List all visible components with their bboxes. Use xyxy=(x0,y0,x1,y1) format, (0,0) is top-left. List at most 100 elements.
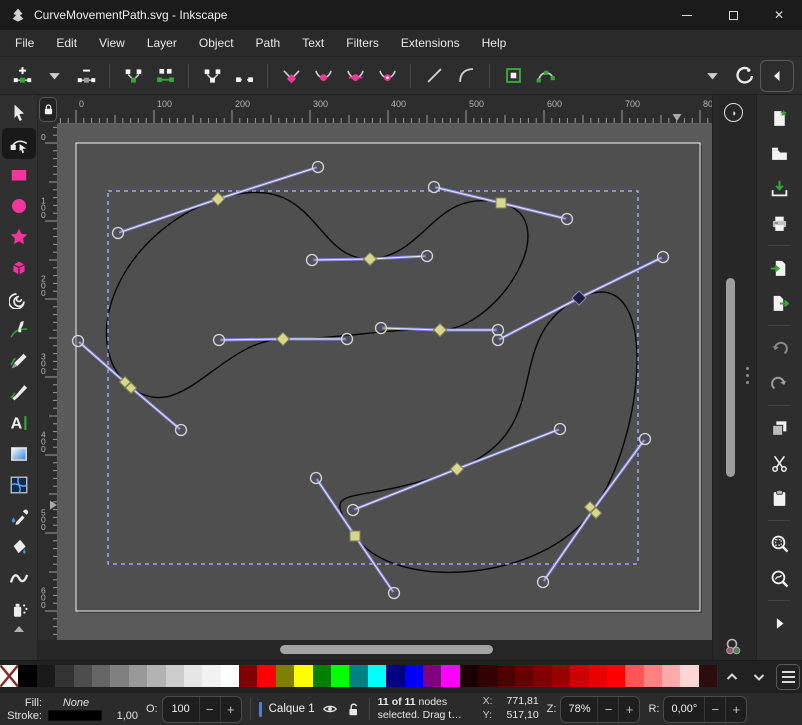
swatch-666666[interactable] xyxy=(92,665,110,687)
tool-selector[interactable] xyxy=(2,97,36,128)
tool-dropper[interactable] xyxy=(2,500,36,531)
collapse-snap-bar-button[interactable] xyxy=(760,60,794,92)
rotation-decrease-button[interactable]: − xyxy=(704,697,725,722)
next-path-effect-parameter-button[interactable] xyxy=(728,60,760,92)
delete-node-button[interactable] xyxy=(70,60,102,92)
swatch-4d1a1a[interactable] xyxy=(717,665,718,687)
swatch-ff5555[interactable] xyxy=(625,665,643,687)
swatch-ff00ff[interactable] xyxy=(441,665,459,687)
swatch-00ff00[interactable] xyxy=(331,665,349,687)
swatch-800080[interactable] xyxy=(423,665,441,687)
swatch-ffd5d5[interactable] xyxy=(680,665,698,687)
zoom-increase-button[interactable]: + xyxy=(618,697,639,722)
join-with-segment-button[interactable] xyxy=(149,60,181,92)
menu-text[interactable]: Text xyxy=(291,30,335,56)
break-nodes-button[interactable] xyxy=(196,60,228,92)
hscroll-track[interactable] xyxy=(58,640,712,660)
swatch-e60000[interactable] xyxy=(589,665,607,687)
new-document-button[interactable] xyxy=(763,104,795,132)
print-document-button[interactable] xyxy=(763,209,795,237)
swatch-ff0000[interactable] xyxy=(607,665,625,687)
close-button[interactable]: ✕ xyxy=(756,0,802,30)
swatch-808000[interactable] xyxy=(276,665,294,687)
import-image-button[interactable] xyxy=(763,254,795,282)
vscroll-thumb[interactable] xyxy=(726,278,735,477)
swatch-0000ff[interactable] xyxy=(405,665,423,687)
tool-calligraphy[interactable] xyxy=(2,376,36,407)
swatch-800000[interactable] xyxy=(533,665,551,687)
swatch-1a0000[interactable] xyxy=(460,665,478,687)
make-smooth-button[interactable] xyxy=(307,60,339,92)
tool-box-3d[interactable] xyxy=(2,252,36,283)
tool-gradient[interactable] xyxy=(2,438,36,469)
insert-node-button[interactable] xyxy=(6,60,38,92)
swatch-ff8080[interactable] xyxy=(644,665,662,687)
menu-help[interactable]: Help xyxy=(471,30,518,56)
swatch-ffff00[interactable] xyxy=(294,665,312,687)
tool-ellipse[interactable] xyxy=(2,190,36,221)
horizontal-ruler[interactable]: 0100200300400500600700800 xyxy=(58,95,712,124)
rotation-increase-button[interactable]: + xyxy=(725,697,746,722)
tool-pencil[interactable] xyxy=(2,345,36,376)
lock-rulers-button[interactable] xyxy=(39,97,57,122)
zoom-decrease-button[interactable]: − xyxy=(597,697,618,722)
swatch-cccccc[interactable] xyxy=(166,665,184,687)
swatch-800000[interactable] xyxy=(239,665,257,687)
tool-paint-bucket[interactable] xyxy=(2,531,36,562)
menu-path[interactable]: Path xyxy=(245,30,292,56)
vertical-ruler[interactable]: 0100200300400500600 xyxy=(38,124,58,640)
show-dialogs-button[interactable] xyxy=(763,609,795,637)
zoom-value[interactable]: 78% xyxy=(561,697,597,722)
delete-segment-button[interactable] xyxy=(228,60,260,92)
minimize-button[interactable] xyxy=(664,0,710,30)
layer-visibility-eye-icon[interactable] xyxy=(322,701,338,717)
swatch-b3b3b3[interactable] xyxy=(147,665,165,687)
undo-button[interactable] xyxy=(763,334,795,362)
swatch-999999[interactable] xyxy=(129,665,147,687)
menu-filters[interactable]: Filters xyxy=(335,30,390,56)
menu-view[interactable]: View xyxy=(88,30,136,56)
path-node[interactable] xyxy=(350,531,360,541)
cut-button[interactable] xyxy=(763,449,795,477)
menu-layer[interactable]: Layer xyxy=(136,30,188,56)
stroke-to-path-button[interactable] xyxy=(529,60,561,92)
join-nodes-button[interactable] xyxy=(117,60,149,92)
menu-object[interactable]: Object xyxy=(188,30,245,56)
opacity-increase-button[interactable]: + xyxy=(220,697,241,722)
make-curve-button[interactable] xyxy=(450,60,482,92)
menu-edit[interactable]: Edit xyxy=(45,30,88,56)
swatch-00ffff[interactable] xyxy=(368,665,386,687)
tool-rectangle[interactable] xyxy=(2,159,36,190)
tool-tweak[interactable] xyxy=(2,562,36,593)
hscroll-thumb[interactable] xyxy=(280,645,493,654)
layer-name[interactable]: Calque 1 xyxy=(269,703,315,715)
swatch-4d4d4d[interactable] xyxy=(74,665,92,687)
canvas-quick-toggle-button[interactable]: ◑ xyxy=(724,103,743,122)
swatch-330000[interactable] xyxy=(478,665,496,687)
save-document-button[interactable] xyxy=(763,174,795,202)
swatch-333333[interactable] xyxy=(55,665,73,687)
swatch-f2f2f2[interactable] xyxy=(202,665,220,687)
make-auto-smooth-button[interactable] xyxy=(371,60,403,92)
fill-stroke-indicator[interactable]: Fill: None Stroke: 1,00 xyxy=(6,697,138,722)
menu-extensions[interactable]: Extensions xyxy=(390,30,471,56)
zoom-drawing-button[interactable] xyxy=(763,564,795,592)
layer-unlocked-icon[interactable] xyxy=(345,701,361,717)
toolbar-overflow-dropdown-button[interactable] xyxy=(696,60,728,92)
swatch-none[interactable] xyxy=(0,665,18,687)
make-line-button[interactable] xyxy=(418,60,450,92)
swatch-2b0d0d[interactable] xyxy=(699,665,717,687)
zoom-selection-button[interactable] xyxy=(763,529,795,557)
object-to-path-button[interactable] xyxy=(497,60,529,92)
color-managed-display-icon[interactable] xyxy=(723,637,745,662)
swatch-ff0000[interactable] xyxy=(257,665,275,687)
dock-resize-grip[interactable] xyxy=(746,367,749,384)
tool-spiral[interactable] xyxy=(2,283,36,314)
path-node[interactable] xyxy=(496,198,506,208)
make-corner-button[interactable] xyxy=(275,60,307,92)
swatch-808080[interactable] xyxy=(110,665,128,687)
swatch-008080[interactable] xyxy=(349,665,367,687)
tool-pen[interactable] xyxy=(2,314,36,345)
swatch-990000[interactable] xyxy=(552,665,570,687)
menu-file[interactable]: File xyxy=(4,30,45,56)
